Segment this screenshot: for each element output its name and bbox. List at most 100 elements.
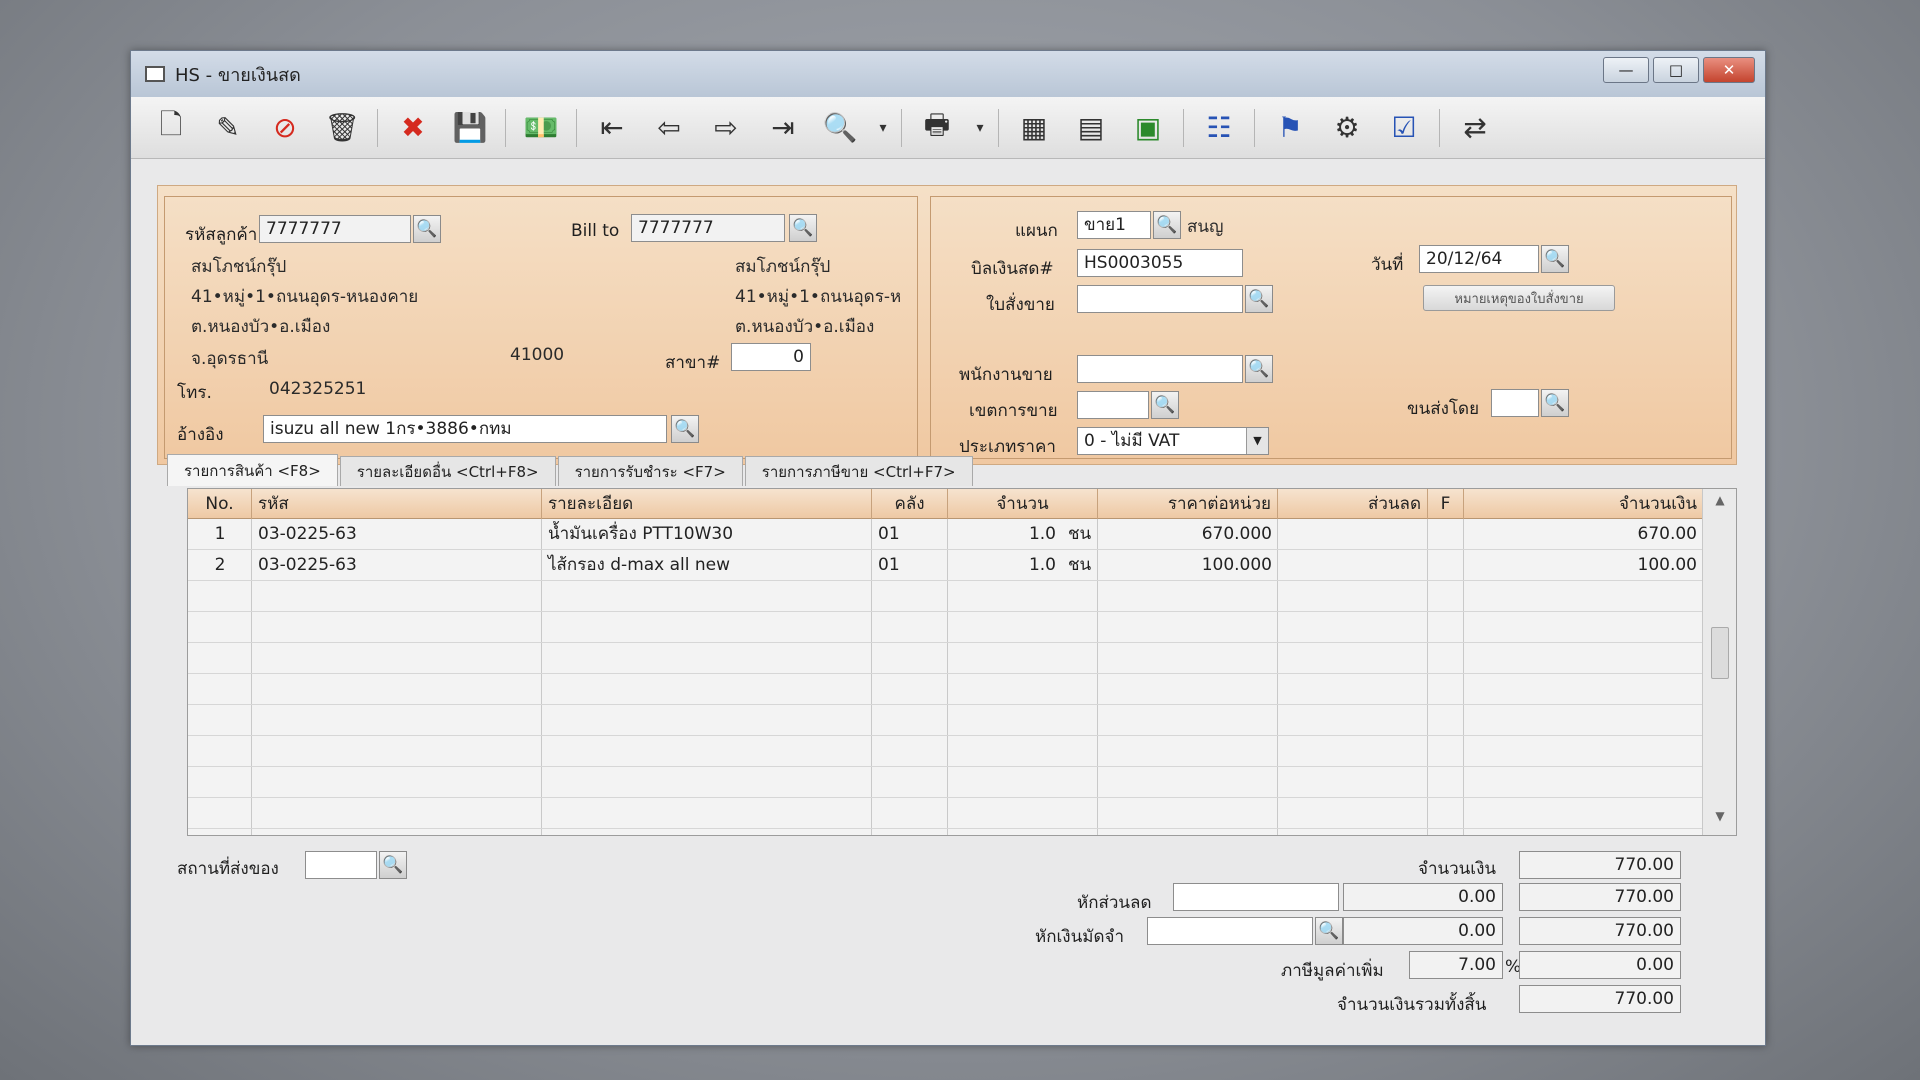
header-unit-price[interactable]: ราคาต่อหน่วย bbox=[1098, 489, 1278, 519]
billto-search-icon[interactable]: 🔍 bbox=[789, 214, 817, 242]
ok-icon[interactable]: ☑ bbox=[1382, 106, 1426, 150]
cash-icon[interactable]: ▣ bbox=[1126, 106, 1170, 150]
search-dropdown-icon[interactable]: ▾ bbox=[875, 106, 891, 150]
tab-payments[interactable]: รายการรับชำระ <F7> bbox=[557, 456, 743, 486]
sales-zone-input[interactable] bbox=[1077, 391, 1149, 419]
department-search-icon[interactable]: 🔍 bbox=[1153, 211, 1181, 239]
after-discount-value: 770.00 bbox=[1519, 883, 1681, 911]
document-panel: แผนก ขาย1 🔍 สนญ บิลเงินสด# HS0003055 วัน… bbox=[930, 196, 1732, 459]
deposit-search-icon[interactable]: 🔍 bbox=[1315, 917, 1343, 945]
header-amount[interactable]: จำนวนเงิน bbox=[1464, 489, 1703, 519]
next-record-icon[interactable]: ⇨ bbox=[704, 106, 748, 150]
salesman-search-icon[interactable]: 🔍 bbox=[1245, 355, 1273, 383]
print-dropdown-icon[interactable]: ▾ bbox=[972, 106, 988, 150]
register-icon[interactable]: ▤ bbox=[1069, 106, 1113, 150]
report-icon[interactable]: ☷ bbox=[1197, 106, 1241, 150]
tab-other-details[interactable]: รายละเอียดอื่น <Ctrl+F8> bbox=[339, 456, 556, 486]
table-row-empty[interactable] bbox=[188, 674, 1703, 705]
tab-items[interactable]: รายการสินค้า <F8> bbox=[167, 454, 338, 486]
salesman-label: พนักงานขาย bbox=[959, 365, 1053, 385]
table-row-empty[interactable] bbox=[188, 643, 1703, 674]
first-record-icon[interactable]: ⇤ bbox=[590, 106, 634, 150]
calculator-icon[interactable]: ▦ bbox=[1012, 106, 1056, 150]
header-quantity[interactable]: จำนวน bbox=[948, 489, 1098, 519]
table-row-empty[interactable] bbox=[188, 705, 1703, 736]
sales-order-note-button[interactable]: หมายเหตุของใบสั่งขาย bbox=[1423, 285, 1615, 311]
vat-rate-input[interactable]: 7.00 bbox=[1409, 951, 1503, 979]
amount-label: จำนวนเงิน bbox=[1418, 859, 1497, 879]
header-warehouse[interactable]: คลัง bbox=[872, 489, 948, 519]
minimize-button[interactable]: — bbox=[1603, 57, 1649, 83]
approve-icon[interactable]: ⚑ bbox=[1268, 106, 1312, 150]
toolbar-separator bbox=[998, 108, 999, 147]
previous-record-icon[interactable]: ⇦ bbox=[647, 106, 691, 150]
sales-order-search-icon[interactable]: 🔍 bbox=[1245, 285, 1273, 313]
sales-zone-search-icon[interactable]: 🔍 bbox=[1151, 391, 1179, 419]
department-input[interactable]: ขาย1 bbox=[1077, 211, 1151, 239]
billto-input[interactable]: 7777777 bbox=[631, 214, 785, 242]
sales-order-input[interactable] bbox=[1077, 285, 1243, 313]
vat-value: 0.00 bbox=[1519, 951, 1681, 979]
customer-search-icon[interactable]: 🔍 bbox=[413, 215, 441, 243]
table-row-empty[interactable] bbox=[188, 581, 1703, 612]
reference-search-icon[interactable]: 🔍 bbox=[671, 415, 699, 443]
branch-input[interactable]: 0 bbox=[731, 343, 811, 371]
scroll-down-icon[interactable]: ▼ bbox=[1703, 809, 1736, 831]
title-bar[interactable]: HS - ขายเงินสด — □ ✕ bbox=[131, 51, 1765, 97]
ship-place-search-icon[interactable]: 🔍 bbox=[379, 851, 407, 879]
chevron-down-icon[interactable]: ▼ bbox=[1246, 428, 1268, 454]
table-row-empty[interactable] bbox=[188, 612, 1703, 643]
grand-total-label: จำนวนเงินรวมทั้งสิ้น bbox=[1337, 995, 1487, 1015]
table-row[interactable]: 1 03-0225-63 น้ำมันเครื่อง PTT10W30 01 1… bbox=[188, 519, 1703, 550]
customer-phone: 042325251 bbox=[269, 379, 367, 399]
row-code: 03-0225-63 bbox=[258, 524, 357, 544]
row-unit: ชน bbox=[1068, 555, 1092, 575]
money-icon[interactable]: 💵 bbox=[519, 106, 563, 150]
table-row-empty[interactable] bbox=[188, 736, 1703, 767]
sales-zone-label: เขตการขาย bbox=[969, 401, 1058, 421]
window-controls: — □ ✕ bbox=[1603, 57, 1755, 83]
header-no[interactable]: No. bbox=[188, 489, 252, 519]
grid-scrollbar[interactable]: ▲ ▼ bbox=[1702, 489, 1736, 835]
phone-label: โทร. bbox=[177, 383, 212, 403]
price-type-select[interactable]: 0 - ไม่มี VAT ▼ bbox=[1077, 427, 1269, 455]
ship-place-input[interactable] bbox=[305, 851, 377, 879]
void-icon[interactable]: ⊘ bbox=[263, 106, 307, 150]
header-flag[interactable]: F bbox=[1428, 489, 1464, 519]
app-window: HS - ขายเงินสด — □ ✕ 🗋 ✎ ⊘ 🗑 ✖ 💾 💵 ⇤ ⇦ ⇨… bbox=[130, 50, 1766, 1046]
transfer-icon[interactable]: ⇄ bbox=[1453, 106, 1497, 150]
close-button[interactable]: ✕ bbox=[1703, 57, 1755, 83]
bill-number-input[interactable]: HS0003055 bbox=[1077, 249, 1243, 277]
ship-by-search-icon[interactable]: 🔍 bbox=[1541, 389, 1569, 417]
header-discount[interactable]: ส่วนลด bbox=[1278, 489, 1428, 519]
tools-icon[interactable]: ⚙ bbox=[1325, 106, 1369, 150]
header-code[interactable]: รหัส bbox=[252, 489, 542, 519]
last-record-icon[interactable]: ⇥ bbox=[761, 106, 805, 150]
print-icon[interactable]: 🖶 bbox=[915, 106, 959, 150]
date-picker-icon[interactable]: 🔍 bbox=[1541, 245, 1569, 273]
reference-input[interactable]: isuzu all new 1กร•3886•กทม bbox=[263, 415, 667, 443]
row-flag bbox=[1428, 519, 1464, 550]
toolbar-separator bbox=[377, 108, 378, 147]
save-icon[interactable]: 💾 bbox=[448, 106, 492, 150]
maximize-button[interactable]: □ bbox=[1653, 57, 1699, 83]
tab-sales-tax[interactable]: รายการภาษีขาย <Ctrl+F7> bbox=[744, 456, 973, 486]
row-quantity: 1.0 bbox=[1028, 524, 1056, 544]
scroll-up-icon[interactable]: ▲ bbox=[1703, 493, 1736, 515]
deposit-input[interactable] bbox=[1147, 917, 1313, 945]
ship-by-input[interactable] bbox=[1491, 389, 1539, 417]
table-row-empty[interactable] bbox=[188, 798, 1703, 829]
date-input[interactable]: 20/12/64 bbox=[1419, 245, 1539, 273]
salesman-input[interactable] bbox=[1077, 355, 1243, 383]
scroll-thumb[interactable] bbox=[1711, 627, 1729, 679]
table-row[interactable]: 2 03-0225-63 ไส้กรอง d-max all new 01 1.… bbox=[188, 550, 1703, 581]
new-document-icon[interactable]: 🗋 bbox=[149, 106, 193, 150]
header-description[interactable]: รายละเอียด bbox=[542, 489, 872, 519]
search-doc-icon[interactable]: 🔍 bbox=[818, 106, 862, 150]
table-row-empty[interactable] bbox=[188, 767, 1703, 798]
cancel-icon[interactable]: ✖ bbox=[391, 106, 435, 150]
edit-icon[interactable]: ✎ bbox=[206, 106, 250, 150]
discount-input[interactable] bbox=[1173, 883, 1339, 911]
delete-icon[interactable]: 🗑 bbox=[320, 106, 364, 150]
customer-code-input[interactable]: 7777777 bbox=[259, 215, 411, 243]
